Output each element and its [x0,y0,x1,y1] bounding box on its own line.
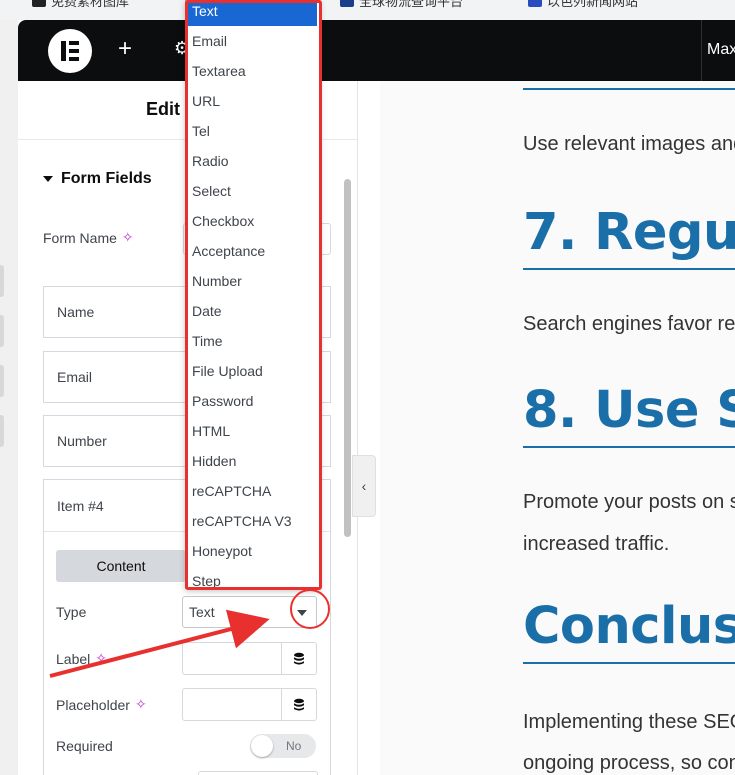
dropdown-option[interactable]: Honeypot [186,536,317,566]
body-paragraph: Promote your posts on so [523,491,735,513]
preview-canvas: Use relevant images and 7. Regular Searc… [380,81,735,775]
form-name-label-text: Form Name [43,229,117,246]
dropdown-option[interactable]: Acceptance [186,236,317,266]
bookmark-label: 全球物流查询平台 [359,0,464,9]
database-icon [294,652,304,665]
type-label: Type [56,604,86,620]
bookmark-label: 免费素材图库 [51,0,130,9]
repeater-item-label: Number [57,433,107,449]
heading-use-social: 8. Use Soc [523,381,735,448]
dropdown-option[interactable]: Tel [186,116,317,146]
bookmark-item[interactable]: 以色列新闻网站 [528,0,639,9]
body-paragraph: Search engines favor reg [523,313,735,335]
window-gutter [0,20,18,775]
body-paragraph: increased traffic. [523,533,670,555]
dropdown-option[interactable]: reCAPTCHA [186,476,317,506]
section-title: Form Fields [61,170,152,187]
bookmark-item[interactable]: 全球物流查询平台 [340,0,464,9]
placeholder-label-text: Placeholder [56,696,130,713]
ai-sparkle-icon[interactable]: ✧ [135,696,147,713]
required-label: Required [56,738,113,754]
form-fields-section-toggle[interactable]: Form Fields [43,170,152,188]
dropdown-option[interactable]: Date [186,296,317,326]
next-control-input[interactable] [198,771,318,775]
gutter-tab[interactable] [0,415,4,447]
dropdown-option[interactable]: File Upload [186,356,317,386]
dropdown-option[interactable]: Hidden [186,446,317,476]
body-paragraph: Implementing these SEO [523,711,735,733]
repeater-item-title[interactable]: Item #4 [57,498,104,514]
toggle-state-text: No [286,739,302,753]
add-element-button[interactable]: + [118,34,132,64]
repeater-item-label: Name [57,304,95,320]
form-name-label: Form Name ✧ [43,229,134,246]
dropdown-option[interactable]: Textarea [186,56,317,86]
dropdown-option[interactable]: Email [186,26,317,56]
dropdown-option[interactable]: URL [186,86,317,116]
body-paragraph: Use relevant images and [523,133,735,155]
collapse-panel-button[interactable]: ‹ [352,455,376,517]
type-select[interactable]: Text [182,596,317,628]
gutter-tab[interactable] [0,315,4,347]
ai-sparkle-icon[interactable]: ✧ [95,650,107,667]
dropdown-option[interactable]: Password [186,386,317,416]
label-label: Label ✧ [56,650,107,667]
toggle-knob [251,735,273,757]
placeholder-input[interactable] [182,688,317,721]
bookmark-item[interactable]: 免费素材图库 [32,0,130,9]
database-icon [294,698,304,711]
heading-conclusion: Conclusio [523,597,735,664]
chevron-left-icon: ‹ [361,478,367,494]
dropdown-option[interactable]: Checkbox [186,206,317,236]
label-label-text: Label [56,650,91,667]
heading-regular: 7. Regular [523,203,735,270]
dropdown-option[interactable]: Step [186,566,317,588]
bookmark-icon [32,0,46,7]
dropdown-option[interactable]: Time [186,326,317,356]
screen: 免费素材图库 全球物流查询平台 以色列新闻网站 + ⚙ Max Edit For… [0,0,735,775]
dropdown-option[interactable]: Radio [186,146,317,176]
type-select-value: Text [189,604,215,620]
bookmarks-bar: 免费素材图库 全球物流查询平台 以色列新闻网站 [0,0,735,20]
caret-down-icon [43,176,53,182]
dropdown-option[interactable]: HTML [186,416,317,446]
type-label-text: Type [56,604,87,620]
required-toggle[interactable]: No [250,734,316,758]
dynamic-tags-button[interactable] [281,643,316,674]
body-paragraph: ongoing process, so cont [523,752,735,774]
topbar-right-text: Max [707,41,735,58]
topbar-right-area: Max [701,20,735,81]
label-input[interactable] [182,642,317,675]
chevron-down-icon [297,610,307,616]
dynamic-tags-button[interactable] [281,689,316,720]
gutter-tab[interactable] [0,265,4,297]
placeholder-label: Placeholder ✧ [56,696,147,713]
tab-content[interactable]: Content [56,550,186,582]
dropdown-option[interactable]: Number [186,266,317,296]
bookmark-icon [528,0,542,7]
type-dropdown-list[interactable]: Text Email Textarea URL Tel Radio Select… [185,0,320,589]
panel-title: Edit [146,99,180,119]
panel-scrollbar[interactable] [344,179,351,537]
dropdown-option[interactable]: Select [186,176,317,206]
dropdown-option[interactable]: reCAPTCHA V3 [186,506,317,536]
ai-sparkle-icon[interactable]: ✧ [122,229,134,246]
repeater-item-label: Email [57,369,93,385]
bookmark-icon [340,0,354,7]
elementor-logo-icon[interactable] [48,29,92,73]
dropdown-option[interactable]: Text [186,1,317,26]
bookmark-label: 以色列新闻网站 [547,0,639,9]
editor-topbar: + ⚙ Max [18,20,735,81]
heading-underline [523,88,735,90]
gutter-tab[interactable] [0,365,4,397]
required-label-text: Required [56,738,113,754]
